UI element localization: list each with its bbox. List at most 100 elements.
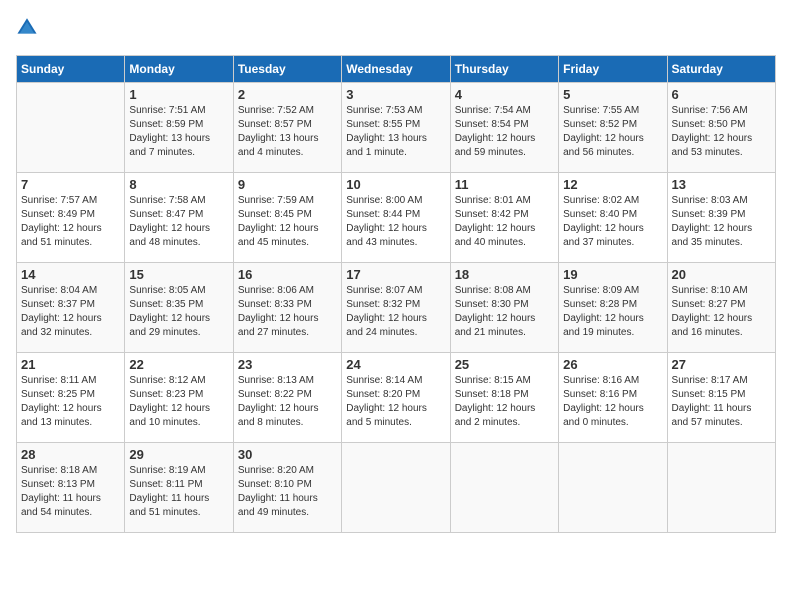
day-number: 6 <box>672 87 771 102</box>
day-info: Sunrise: 8:16 AM Sunset: 8:16 PM Dayligh… <box>563 374 662 430</box>
day-number: 1 <box>129 87 228 102</box>
page-header <box>16 16 776 43</box>
day-info: Sunrise: 8:02 AM Sunset: 8:40 PM Dayligh… <box>563 194 662 250</box>
day-number: 26 <box>563 357 662 372</box>
day-info: Sunrise: 8:10 AM Sunset: 8:27 PM Dayligh… <box>672 284 771 340</box>
calendar-cell: 30 Sunrise: 8:20 AM Sunset: 8:10 PM Dayli… <box>233 443 341 533</box>
day-number: 25 <box>455 357 554 372</box>
day-number: 9 <box>238 177 337 192</box>
day-number: 8 <box>129 177 228 192</box>
day-number: 28 <box>21 447 120 462</box>
logo <box>16 16 40 43</box>
calendar-table: SundayMondayTuesdayWednesdayThursdayFrid… <box>16 55 776 533</box>
calendar-cell: 8Sunrise: 7:58 AM Sunset: 8:47 PM Daylig… <box>125 173 233 263</box>
calendar-week-row: 28 Sunrise: 8:18 AM Sunset: 8:13 PM Dayli… <box>17 443 776 533</box>
day-number: 18 <box>455 267 554 282</box>
day-info: Sunrise: 7:53 AM Sunset: 8:55 PM Dayligh… <box>346 104 445 160</box>
calendar-cell: 3 Sunrise: 7:53 AM Sunset: 8:55 PM Daylig… <box>342 83 450 173</box>
calendar-cell: 28 Sunrise: 8:18 AM Sunset: 8:13 PM Dayli… <box>17 443 125 533</box>
calendar-cell: 23 Sunrise: 8:13 AM Sunset: 8:22 PM Dayli… <box>233 353 341 443</box>
calendar-cell: 11 Sunrise: 8:01 AM Sunset: 8:42 PM Dayli… <box>450 173 558 263</box>
day-info: Sunrise: 8:08 AM Sunset: 8:30 PM Dayligh… <box>455 284 554 340</box>
day-info: Sunrise: 8:07 AM Sunset: 8:32 PM Dayligh… <box>346 284 445 340</box>
calendar-cell <box>667 443 775 533</box>
day-info: Sunrise: 8:00 AM Sunset: 8:44 PM Dayligh… <box>346 194 445 250</box>
calendar-week-row: 21 Sunrise: 8:11 AM Sunset: 8:25 PM Dayli… <box>17 353 776 443</box>
day-info: Sunrise: 7:56 AM Sunset: 8:50 PM Dayligh… <box>672 104 771 160</box>
calendar-cell <box>17 83 125 173</box>
calendar-cell: 1 Sunrise: 7:51 AM Sunset: 8:59 PM Daylig… <box>125 83 233 173</box>
day-info: Sunrise: 8:15 AM Sunset: 8:18 PM Dayligh… <box>455 374 554 430</box>
day-info: Sunrise: 8:01 AM Sunset: 8:42 PM Dayligh… <box>455 194 554 250</box>
day-number: 14 <box>21 267 120 282</box>
calendar-cell: 17 Sunrise: 8:07 AM Sunset: 8:32 PM Dayli… <box>342 263 450 353</box>
day-number: 21 <box>21 357 120 372</box>
day-number: 10 <box>346 177 445 192</box>
calendar-cell: 7Sunrise: 7:57 AM Sunset: 8:49 PM Daylig… <box>17 173 125 263</box>
calendar-cell: 25 Sunrise: 8:15 AM Sunset: 8:18 PM Dayli… <box>450 353 558 443</box>
calendar-cell: 10 Sunrise: 8:00 AM Sunset: 8:44 PM Dayli… <box>342 173 450 263</box>
day-number: 7 <box>21 177 120 192</box>
calendar-cell: 29Sunrise: 8:19 AM Sunset: 8:11 PM Dayli… <box>125 443 233 533</box>
day-number: 11 <box>455 177 554 192</box>
day-number: 19 <box>563 267 662 282</box>
day-info: Sunrise: 8:19 AM Sunset: 8:11 PM Dayligh… <box>129 464 228 520</box>
day-info: Sunrise: 8:20 AM Sunset: 8:10 PM Dayligh… <box>238 464 337 520</box>
weekday-header-wednesday: Wednesday <box>342 56 450 83</box>
calendar-cell: 21 Sunrise: 8:11 AM Sunset: 8:25 PM Dayli… <box>17 353 125 443</box>
calendar-week-row: 14 Sunrise: 8:04 AM Sunset: 8:37 PM Dayli… <box>17 263 776 353</box>
day-info: Sunrise: 8:14 AM Sunset: 8:20 PM Dayligh… <box>346 374 445 430</box>
day-number: 5 <box>563 87 662 102</box>
calendar-cell: 18 Sunrise: 8:08 AM Sunset: 8:30 PM Dayli… <box>450 263 558 353</box>
day-number: 22 <box>129 357 228 372</box>
weekday-header-tuesday: Tuesday <box>233 56 341 83</box>
weekday-header-friday: Friday <box>559 56 667 83</box>
day-info: Sunrise: 8:18 AM Sunset: 8:13 PM Dayligh… <box>21 464 120 520</box>
day-info: Sunrise: 8:11 AM Sunset: 8:25 PM Dayligh… <box>21 374 120 430</box>
day-info: Sunrise: 8:09 AM Sunset: 8:28 PM Dayligh… <box>563 284 662 340</box>
calendar-cell: 22Sunrise: 8:12 AM Sunset: 8:23 PM Dayli… <box>125 353 233 443</box>
day-info: Sunrise: 8:03 AM Sunset: 8:39 PM Dayligh… <box>672 194 771 250</box>
day-number: 3 <box>346 87 445 102</box>
calendar-cell: 20 Sunrise: 8:10 AM Sunset: 8:27 PM Dayli… <box>667 263 775 353</box>
weekday-header-saturday: Saturday <box>667 56 775 83</box>
calendar-cell: 4 Sunrise: 7:54 AM Sunset: 8:54 PM Daylig… <box>450 83 558 173</box>
day-number: 16 <box>238 267 337 282</box>
day-info: Sunrise: 8:13 AM Sunset: 8:22 PM Dayligh… <box>238 374 337 430</box>
calendar-week-row: 1 Sunrise: 7:51 AM Sunset: 8:59 PM Daylig… <box>17 83 776 173</box>
calendar-week-row: 7Sunrise: 7:57 AM Sunset: 8:49 PM Daylig… <box>17 173 776 263</box>
day-number: 30 <box>238 447 337 462</box>
weekday-header-sunday: Sunday <box>17 56 125 83</box>
day-info: Sunrise: 8:04 AM Sunset: 8:37 PM Dayligh… <box>21 284 120 340</box>
day-number: 24 <box>346 357 445 372</box>
day-info: Sunrise: 7:52 AM Sunset: 8:57 PM Dayligh… <box>238 104 337 160</box>
day-number: 23 <box>238 357 337 372</box>
day-info: Sunrise: 8:06 AM Sunset: 8:33 PM Dayligh… <box>238 284 337 340</box>
day-number: 20 <box>672 267 771 282</box>
calendar-cell: 26 Sunrise: 8:16 AM Sunset: 8:16 PM Dayli… <box>559 353 667 443</box>
calendar-cell: 5Sunrise: 7:55 AM Sunset: 8:52 PM Daylig… <box>559 83 667 173</box>
day-number: 13 <box>672 177 771 192</box>
calendar-cell: 14 Sunrise: 8:04 AM Sunset: 8:37 PM Dayli… <box>17 263 125 353</box>
weekday-header-thursday: Thursday <box>450 56 558 83</box>
calendar-cell <box>450 443 558 533</box>
day-number: 12 <box>563 177 662 192</box>
day-info: Sunrise: 7:54 AM Sunset: 8:54 PM Dayligh… <box>455 104 554 160</box>
calendar-cell: 9 Sunrise: 7:59 AM Sunset: 8:45 PM Daylig… <box>233 173 341 263</box>
calendar-cell: 13 Sunrise: 8:03 AM Sunset: 8:39 PM Dayli… <box>667 173 775 263</box>
calendar-cell: 2Sunrise: 7:52 AM Sunset: 8:57 PM Daylig… <box>233 83 341 173</box>
calendar-cell: 19 Sunrise: 8:09 AM Sunset: 8:28 PM Dayli… <box>559 263 667 353</box>
day-info: Sunrise: 7:51 AM Sunset: 8:59 PM Dayligh… <box>129 104 228 160</box>
day-info: Sunrise: 7:59 AM Sunset: 8:45 PM Dayligh… <box>238 194 337 250</box>
calendar-cell <box>342 443 450 533</box>
calendar-cell: 15Sunrise: 8:05 AM Sunset: 8:35 PM Dayli… <box>125 263 233 353</box>
day-number: 15 <box>129 267 228 282</box>
calendar-cell: 6 Sunrise: 7:56 AM Sunset: 8:50 PM Daylig… <box>667 83 775 173</box>
day-number: 27 <box>672 357 771 372</box>
day-number: 17 <box>346 267 445 282</box>
weekday-header-monday: Monday <box>125 56 233 83</box>
calendar-header-row: SundayMondayTuesdayWednesdayThursdayFrid… <box>17 56 776 83</box>
calendar-cell: 16 Sunrise: 8:06 AM Sunset: 8:33 PM Dayli… <box>233 263 341 353</box>
day-number: 4 <box>455 87 554 102</box>
calendar-cell <box>559 443 667 533</box>
